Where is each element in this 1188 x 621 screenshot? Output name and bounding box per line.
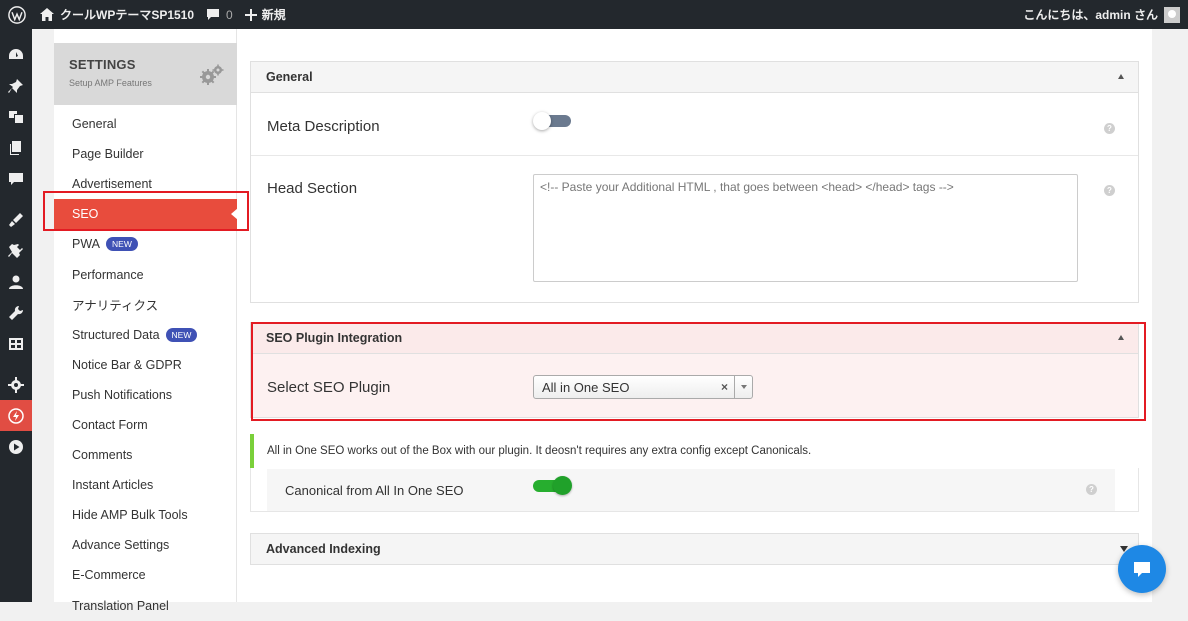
collapse-caret-icon[interactable]: [1118, 74, 1124, 79]
play-icon[interactable]: [0, 431, 32, 462]
new-content-link[interactable]: 新規: [239, 0, 292, 29]
settings-title: SETTINGS: [69, 57, 136, 72]
head-section-textarea[interactable]: [533, 174, 1078, 282]
settings-nav-performance[interactable]: Performance: [54, 259, 237, 289]
gears-icon: [200, 64, 224, 85]
plugins-icon[interactable]: [0, 235, 32, 266]
settings-nav-analytics[interactable]: アナリティクス: [54, 290, 237, 320]
settings-nav-instant-articles[interactable]: Instant Articles: [54, 470, 237, 500]
new-label: 新規: [261, 8, 286, 22]
head-section-label: Head Section: [267, 180, 358, 197]
plus-icon: [244, 8, 257, 21]
tools-icon[interactable]: [0, 297, 32, 328]
collapse-caret-icon[interactable]: [1118, 335, 1124, 340]
chat-support-button[interactable]: [1118, 545, 1166, 593]
comments-link[interactable]: 0: [200, 0, 239, 29]
seo-plugin-section-header[interactable]: SEO Plugin Integration: [250, 322, 1139, 354]
settings-nav-comments[interactable]: Comments: [54, 440, 237, 470]
users-icon[interactable]: [0, 266, 32, 297]
settings-header: SETTINGS Setup AMP Features: [54, 43, 237, 105]
advanced-indexing-title: Advanced Indexing: [266, 542, 381, 556]
settings-nav-page-builder[interactable]: Page Builder: [54, 139, 237, 169]
settings-nav-hide-amp-bulk-tools[interactable]: Hide AMP Bulk Tools: [54, 500, 237, 530]
help-icon[interactable]: ?: [1104, 123, 1115, 134]
settings-nav-e-commerce[interactable]: E-Commerce: [54, 560, 237, 590]
right-gutter: [1152, 29, 1188, 602]
aioseo-notice: All in One SEO works out of the Box with…: [250, 434, 1139, 468]
settings-nav-advance-settings[interactable]: Advance Settings: [54, 530, 237, 560]
settings-nav-contact-form[interactable]: Contact Form: [54, 410, 237, 440]
settings-nav-advertisement[interactable]: Advertisement: [54, 169, 237, 199]
clear-selection-icon[interactable]: ×: [721, 380, 728, 394]
seo-plugin-selected-value: All in One SEO: [542, 379, 630, 395]
site-name-link[interactable]: クールWPテーマSP1510: [34, 0, 200, 29]
amp-lightning-icon[interactable]: [0, 400, 32, 431]
help-icon[interactable]: ?: [1104, 185, 1115, 196]
new-badge: NEW: [165, 327, 198, 342]
seo-plugin-section-title: SEO Plugin Integration: [266, 331, 403, 345]
comments-menu-icon[interactable]: [0, 163, 32, 194]
seo-plugin-select[interactable]: All in One SEO ×: [533, 375, 753, 399]
dashboard-icon[interactable]: [0, 39, 32, 70]
appearance-icon[interactable]: [0, 204, 32, 235]
advanced-indexing-section-header[interactable]: Advanced Indexing: [250, 533, 1139, 565]
settings-nav: General Page Builder Advertisement SEO P…: [54, 109, 238, 621]
general-section-title: General: [266, 70, 313, 84]
settings-nav-general[interactable]: General: [54, 109, 237, 139]
settings-sidebar: SETTINGS Setup AMP Features General Page…: [54, 29, 238, 613]
comment-count: 0: [226, 7, 233, 22]
admin-menu: [0, 29, 32, 602]
help-icon[interactable]: ?: [1086, 484, 1097, 495]
comment-icon: [207, 9, 220, 20]
new-badge: NEW: [106, 237, 138, 252]
media-icon[interactable]: [0, 101, 32, 132]
select-seo-plugin-label: Select SEO Plugin: [267, 379, 391, 396]
settings-nav-translation-panel[interactable]: Translation Panel: [54, 591, 237, 621]
settings-grid-icon[interactable]: [0, 328, 32, 359]
site-name: クールWPテーマSP1510: [60, 8, 195, 22]
pin-icon[interactable]: [0, 70, 32, 101]
pages-icon[interactable]: [0, 132, 32, 163]
settings-nav-push-notifications[interactable]: Push Notifications: [54, 380, 237, 410]
general-section-header[interactable]: General: [250, 61, 1139, 93]
canonical-toggle[interactable]: [533, 476, 573, 496]
canonical-label: Canonical from All In One SEO: [285, 483, 464, 498]
settings-nav-structured-data[interactable]: Structured Data NEW: [54, 320, 237, 350]
settings-gear-icon[interactable]: [0, 369, 32, 400]
avatar[interactable]: [1164, 6, 1180, 23]
greeting: こんにちは、admin さん: [1023, 8, 1158, 22]
meta-description-label: Meta Description: [267, 118, 380, 135]
notice-text: All in One SEO works out of the Box with…: [267, 445, 812, 457]
chat-icon: [1134, 562, 1150, 577]
settings-nav-notice-bar-gdpr[interactable]: Notice Bar & GDPR: [54, 350, 237, 380]
settings-nav-seo[interactable]: SEO: [54, 199, 238, 230]
meta-description-toggle[interactable]: [533, 112, 571, 130]
wordpress-logo-icon[interactable]: [0, 0, 34, 29]
settings-subtitle: Setup AMP Features: [69, 78, 152, 88]
home-icon: [40, 8, 54, 21]
settings-nav-pwa[interactable]: PWA NEW: [54, 229, 237, 259]
dropdown-arrow-icon[interactable]: [734, 376, 752, 398]
admin-bar: クールWPテーマSP1510 0 新規 こんにちは、admin さん: [0, 0, 1188, 29]
account-link[interactable]: こんにちは、admin さん: [1017, 0, 1158, 29]
